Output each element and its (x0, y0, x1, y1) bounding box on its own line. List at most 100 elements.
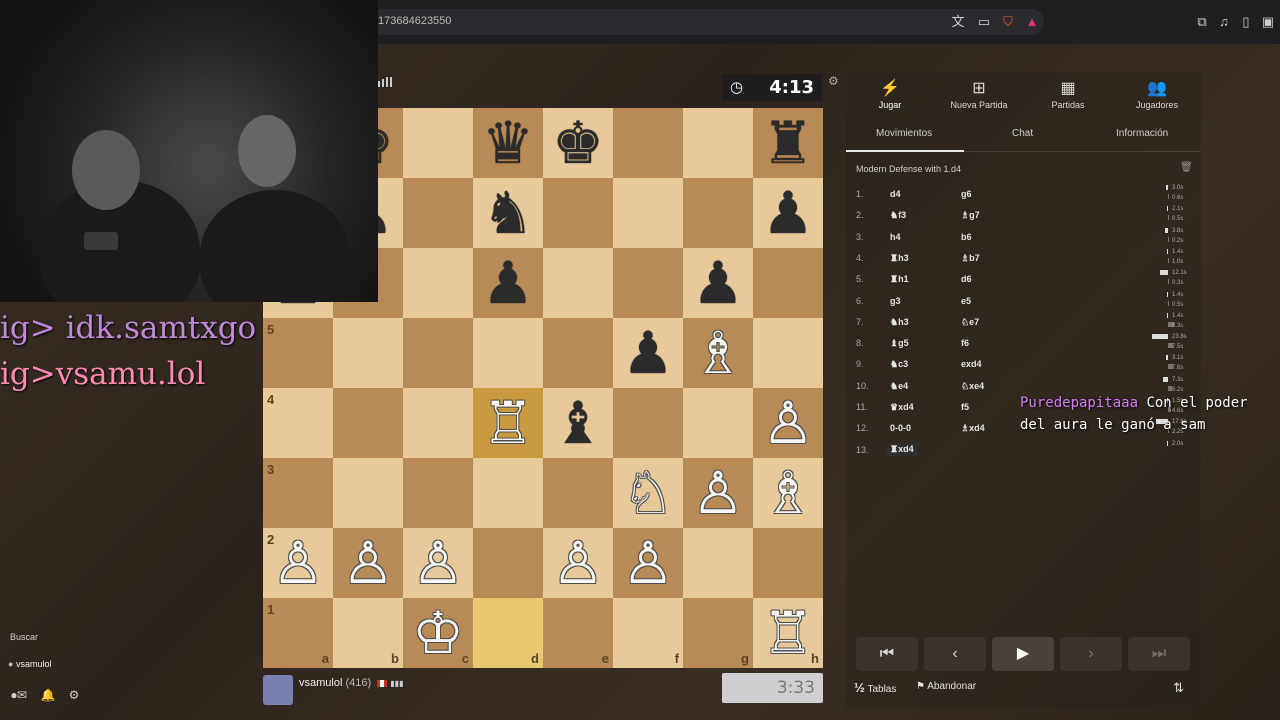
board-square[interactable]: ♜ (753, 108, 823, 178)
black-move[interactable]: e5 (961, 296, 971, 306)
white-piece[interactable]: ♙ (613, 528, 683, 598)
board-square[interactable]: ♗ (753, 458, 823, 528)
white-move[interactable]: ♜h1 (890, 274, 909, 285)
board-square[interactable] (403, 388, 473, 458)
tab-movimientos[interactable]: Movimientos (876, 128, 932, 139)
black-move[interactable]: ♘e7 (961, 317, 979, 328)
first-move-button[interactable]: ⏮ (856, 637, 918, 671)
tab-nueva-partida[interactable]: ⊞ Nueva Partida (935, 78, 1023, 118)
next-move-button[interactable]: › (1060, 637, 1122, 671)
tab-partidas[interactable]: ▦ Partidas (1024, 78, 1112, 118)
bell-icon[interactable]: 🔔 (40, 688, 56, 704)
tab-jugadores[interactable]: 👥 Jugadores (1113, 78, 1201, 118)
board-square[interactable]: ♟ (473, 248, 543, 318)
board-square[interactable] (403, 248, 473, 318)
board-square[interactable] (403, 318, 473, 388)
board-square[interactable] (613, 178, 683, 248)
white-piece[interactable]: ♘ (613, 458, 683, 528)
board-square[interactable]: d (473, 598, 543, 668)
white-piece[interactable]: ♙ (683, 458, 753, 528)
move-row[interactable]: 7. ♞h3 ♘e7 1.4s 8.3s (846, 312, 1201, 333)
board-square[interactable]: ♝ (543, 388, 613, 458)
board-square[interactable]: ♙ (403, 528, 473, 598)
black-piece[interactable]: ♟ (473, 248, 543, 318)
white-piece[interactable]: ♙ (403, 528, 473, 598)
black-piece[interactable]: ♜ (753, 108, 823, 178)
board-square[interactable]: ♔ c (403, 598, 473, 668)
black-move[interactable]: f5 (961, 402, 969, 412)
board-square[interactable]: 1a (263, 598, 333, 668)
board-square[interactable]: ♛ (473, 108, 543, 178)
board-square[interactable]: ♚ (543, 108, 613, 178)
move-row[interactable]: 8. ♝g5 f6 23.8s 7.5s (846, 333, 1201, 354)
board-square[interactable] (683, 388, 753, 458)
draw-button[interactable]: ½ Tablas (854, 680, 896, 695)
move-row[interactable]: 1. d4 g6 3.0s 0.6s (846, 184, 1201, 205)
black-piece[interactable]: ♝ (543, 388, 613, 458)
address-bar[interactable]: 173684623550 文 ▭ ⛉ ▲ (300, 9, 1044, 35)
mail-icon[interactable]: ✉ (14, 688, 30, 704)
black-move[interactable]: ♗b7 (961, 253, 980, 264)
board-square[interactable] (753, 248, 823, 318)
board-square[interactable] (333, 318, 403, 388)
black-move[interactable]: d6 (961, 274, 972, 284)
board-square[interactable]: ♟ (753, 178, 823, 248)
wallet-icon[interactable]: ▣ (1260, 14, 1276, 30)
white-piece[interactable]: ♖ (473, 388, 543, 458)
move-row[interactable]: 13. ♜xd4 2.0s (846, 440, 1201, 461)
white-piece[interactable]: ♙ (753, 388, 823, 458)
board-square[interactable] (683, 108, 753, 178)
board-square[interactable]: 3 (263, 458, 333, 528)
move-row[interactable]: 9. ♞c3 exd4 3.1s 7.6s (846, 354, 1201, 375)
last-move-button[interactable]: ⏭ (1128, 637, 1190, 671)
board-square[interactable]: ♞ (473, 178, 543, 248)
sidebar-search[interactable]: Buscar (10, 632, 38, 642)
board-square[interactable]: ♙ (683, 458, 753, 528)
board-square[interactable]: ♘ (613, 458, 683, 528)
move-row[interactable]: 6. g3 e5 1.4s 0.5s (846, 291, 1201, 312)
gear-icon[interactable]: ⚙ (828, 74, 839, 88)
board-square[interactable] (473, 528, 543, 598)
board-square[interactable] (543, 248, 613, 318)
white-move[interactable]: ♞f3 (890, 210, 906, 221)
translate-icon[interactable]: 文 (950, 14, 966, 30)
board-square[interactable]: ♗ (683, 318, 753, 388)
white-move[interactable]: ♝g5 (890, 338, 909, 349)
board-square[interactable]: ♖ h (753, 598, 823, 668)
board-square[interactable]: e (543, 598, 613, 668)
play-button[interactable]: ▶ (992, 637, 1054, 671)
board-square[interactable]: ♙ (333, 528, 403, 598)
black-move[interactable]: g6 (961, 189, 972, 199)
board-square[interactable]: g (683, 598, 753, 668)
white-move[interactable]: ♜h3 (890, 253, 909, 264)
black-piece[interactable]: ♛ (473, 108, 543, 178)
board-square[interactable]: ♟ (613, 318, 683, 388)
black-move[interactable]: ♗xd4 (961, 423, 985, 434)
board-square[interactable]: ♙ 2 (263, 528, 333, 598)
tab-informacion[interactable]: Información (1116, 128, 1168, 139)
board-square[interactable]: f (613, 598, 683, 668)
sidebar-user[interactable]: ● vsamulol (8, 659, 51, 669)
black-piece[interactable]: ♟ (683, 248, 753, 318)
move-row[interactable]: 2. ♞f3 ♗g7 2.1s 0.5s (846, 205, 1201, 226)
black-piece[interactable]: ♞ (473, 178, 543, 248)
board-square[interactable] (403, 178, 473, 248)
extensions-icon[interactable]: ⧉ (1194, 14, 1210, 30)
board-square[interactable]: ♖ (473, 388, 543, 458)
black-piece[interactable]: ♟ (753, 178, 823, 248)
cast-icon[interactable]: ▭ (976, 14, 992, 30)
board-square[interactable]: 5 (263, 318, 333, 388)
board-square[interactable]: 4 (263, 388, 333, 458)
black-move[interactable]: b6 (961, 232, 972, 242)
board-square[interactable] (473, 458, 543, 528)
board-square[interactable] (403, 108, 473, 178)
media-icon[interactable]: ♫ (1216, 14, 1232, 30)
board-square[interactable] (543, 178, 613, 248)
resign-button[interactable]: ⚑ Abandonar (916, 681, 976, 692)
brave-rewards-icon[interactable]: ▲ (1024, 14, 1040, 30)
black-move[interactable]: exd4 (961, 359, 982, 369)
sidebar-icon[interactable]: ▯ (1238, 14, 1254, 30)
player-name-line[interactable]: vsamulol (416) ▮▮▮ (299, 677, 404, 689)
white-move[interactable]: ♛xd4 (890, 402, 914, 413)
gear-icon[interactable]: ⚙ (66, 688, 82, 704)
